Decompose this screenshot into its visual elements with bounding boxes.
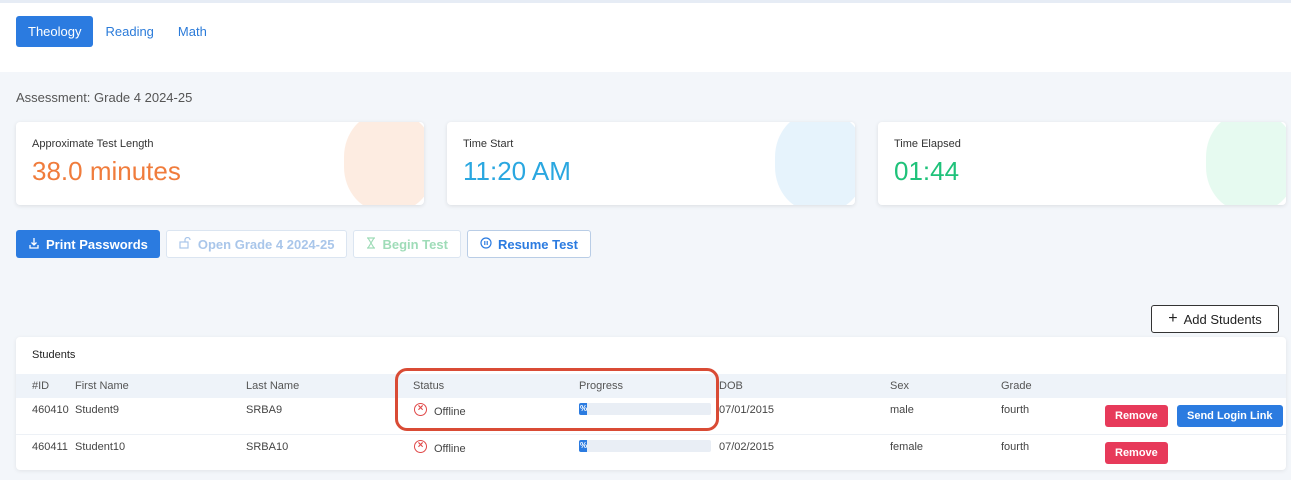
cell-first-name: Student10 — [75, 441, 126, 453]
status-progress-highlight — [395, 368, 719, 431]
progress-fill: % — [579, 440, 588, 452]
remove-button[interactable]: Remove — [1105, 442, 1168, 464]
cell-grade: fourth — [1001, 404, 1030, 416]
send-login-link-button[interactable]: Send Login Link — [1177, 405, 1283, 427]
action-buttons: Print Passwords Open Grade 4 2024-25 Beg… — [16, 230, 591, 258]
cell-sex: female — [890, 441, 924, 453]
col-dob: DOB — [719, 380, 743, 392]
print-passwords-label: Print Passwords — [46, 236, 148, 252]
card-label: Time Start — [463, 138, 514, 150]
plus-icon: + — [1168, 310, 1178, 327]
remove-button[interactable]: Remove — [1105, 405, 1168, 427]
col-id: #ID — [32, 380, 50, 392]
time-start-card: Time Start 11:20 AM — [447, 122, 855, 205]
test-length-card: Approximate Test Length 38.0 minutes — [16, 122, 424, 205]
col-first-name: First Name — [75, 380, 129, 392]
cell-dob: 07/01/2015 — [719, 404, 775, 416]
begin-test-button[interactable]: Begin Test — [353, 230, 461, 258]
hourglass-icon — [366, 236, 376, 252]
subject-tabs: Theology Reading Math — [16, 16, 219, 47]
print-passwords-button[interactable]: Print Passwords — [16, 230, 160, 258]
begin-test-label: Begin Test — [382, 236, 448, 252]
col-grade: Grade — [1001, 380, 1032, 392]
cell-last-name: SRBA9 — [246, 404, 283, 416]
time-elapsed-card: Time Elapsed 01:44 — [878, 122, 1286, 205]
table-row: 460411 Student10 SRBA10 × Offline % 07/0… — [16, 434, 1286, 470]
cell-last-name: SRBA10 — [246, 441, 289, 453]
decorative-blob — [1206, 122, 1286, 205]
tab-math[interactable]: Math — [166, 16, 219, 47]
offline-x-icon: × — [414, 440, 427, 453]
print-icon — [28, 237, 40, 252]
cell-grade: fourth — [1001, 441, 1030, 453]
add-students-label: Add Students — [1183, 311, 1262, 327]
tab-reading[interactable]: Reading — [93, 16, 165, 47]
card-label: Approximate Test Length — [32, 138, 154, 150]
tab-theology[interactable]: Theology — [16, 16, 94, 47]
time-start-value: 11:20 AM — [463, 156, 571, 186]
top-bar: Theology Reading Math — [0, 0, 1291, 72]
decorative-blob — [775, 122, 855, 205]
cell-dob: 07/02/2015 — [719, 441, 775, 453]
time-elapsed-value: 01:44 — [894, 156, 960, 186]
cell-id: 460411 — [32, 441, 68, 453]
col-sex: Sex — [890, 380, 909, 392]
test-length-value: 38.0 minutes — [32, 156, 181, 186]
col-last-name: Last Name — [246, 380, 300, 392]
cell-sex: male — [890, 404, 914, 416]
resume-test-label: Resume Test — [497, 236, 578, 252]
card-label: Time Elapsed — [894, 138, 961, 150]
cell-first-name: Student9 — [75, 404, 120, 416]
pause-circle-icon — [480, 236, 492, 252]
cell-id: 460410 — [32, 404, 69, 416]
open-test-label: Open Grade 4 2024-25 — [197, 236, 335, 252]
decorative-blob — [344, 122, 424, 205]
cell-status: Offline — [434, 443, 466, 455]
unlock-icon — [179, 236, 192, 252]
add-students-button[interactable]: + Add Students — [1151, 305, 1279, 333]
resume-test-button[interactable]: Resume Test — [466, 230, 591, 258]
progress-bar: % — [579, 440, 711, 452]
assessment-label: Assessment: Grade 4 2024-25 — [16, 90, 193, 105]
students-title: Students — [32, 349, 76, 361]
open-test-button[interactable]: Open Grade 4 2024-25 — [165, 230, 348, 258]
